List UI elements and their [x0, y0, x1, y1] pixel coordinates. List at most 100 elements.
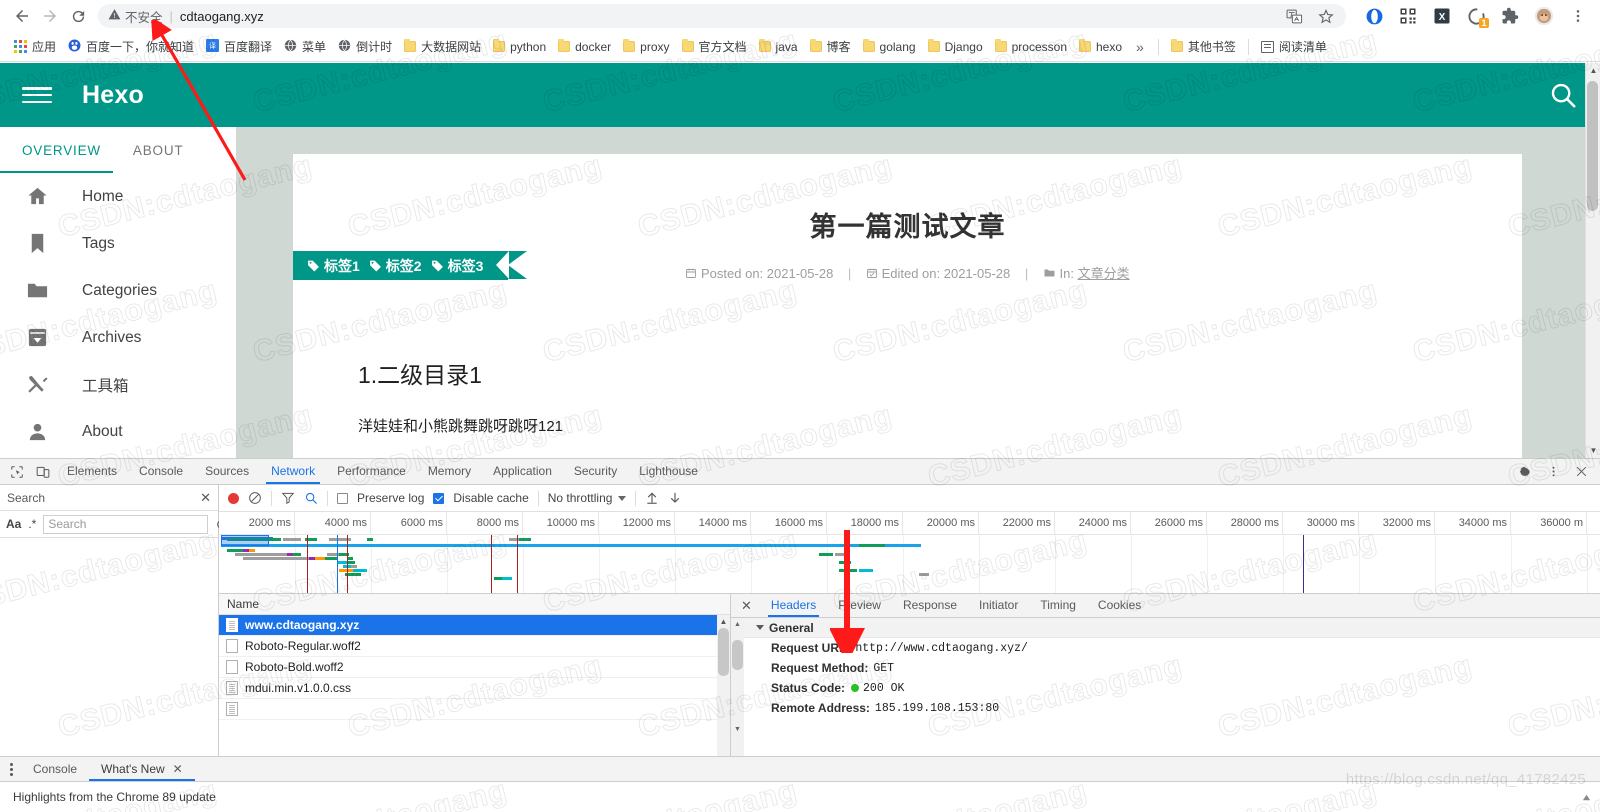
scroll-up-arrow[interactable]: ▲ [1586, 63, 1600, 78]
table-row[interactable]: Roboto-Bold.woff2 [219, 657, 730, 678]
loading-extension-icon[interactable]: 1 [1466, 6, 1489, 28]
bookmark-item[interactable]: 菜单 [278, 35, 332, 58]
bookmark-apps[interactable]: 应用 [8, 35, 62, 58]
general-section-header[interactable]: General [744, 618, 1600, 638]
kebab-menu-icon[interactable] [8, 762, 21, 776]
bookmarks-overflow-button[interactable]: » [1128, 39, 1152, 55]
tab-response[interactable]: Response [892, 594, 968, 617]
puzzle-extensions-icon[interactable] [1500, 6, 1520, 26]
bookmark-folder[interactable]: proxy [617, 37, 675, 57]
disable-cache-label[interactable]: Disable cache [453, 491, 528, 505]
bookmark-folder[interactable]: hexo [1073, 37, 1128, 57]
close-icon[interactable]: ✕ [173, 757, 183, 781]
tab-security[interactable]: Security [563, 459, 628, 484]
request-list-header[interactable]: Name [219, 594, 730, 615]
tab-performance[interactable]: Performance [326, 459, 417, 484]
clear-network-icon[interactable] [248, 491, 262, 505]
search-input[interactable] [43, 514, 209, 534]
record-stop-icon[interactable] [228, 492, 239, 504]
tab-elements[interactable]: Elements [56, 459, 128, 484]
tag-item[interactable]: 标签1 [307, 256, 360, 276]
tab-overview[interactable]: OVERVIEW [6, 143, 117, 158]
sidebar-item-tags[interactable]: Tags [0, 220, 236, 267]
tab-about[interactable]: ABOUT [117, 143, 200, 158]
category-link[interactable]: 文章分类 [1078, 266, 1130, 281]
overview-selection-window[interactable] [221, 535, 269, 546]
regex-icon[interactable]: .* [28, 517, 36, 531]
kebab-menu-icon[interactable] [1540, 460, 1566, 484]
tab-application[interactable]: Application [482, 459, 563, 484]
sidebar-item-home[interactable]: Home [0, 173, 236, 220]
tag-item[interactable]: 标签3 [431, 256, 483, 276]
gear-icon[interactable] [1512, 460, 1538, 484]
disable-cache-checkbox[interactable] [433, 492, 445, 504]
search-icon[interactable] [1548, 80, 1578, 110]
tab-cookies[interactable]: Cookies [1087, 594, 1152, 617]
x-extension-icon[interactable]: X [1432, 6, 1452, 26]
forward-button[interactable] [36, 2, 64, 30]
sidebar-item-archives[interactable]: Archives [0, 314, 236, 361]
chrome-menu-icon[interactable] [1568, 6, 1588, 26]
bookmark-folder[interactable]: java [753, 37, 804, 57]
scroll-up-arrow[interactable]: ▲ [717, 615, 730, 628]
tab-headers[interactable]: Headers [760, 594, 827, 617]
profile-avatar-icon[interactable] [1534, 6, 1554, 26]
tab-lighthouse[interactable]: Lighthouse [628, 459, 709, 484]
preserve-log-label[interactable]: Preserve log [357, 491, 424, 505]
tab-memory[interactable]: Memory [417, 459, 482, 484]
bookmark-folder[interactable]: golang [857, 37, 922, 57]
other-bookmarks-folder[interactable]: 其他书签 [1165, 35, 1242, 58]
tab-timing[interactable]: Timing [1029, 594, 1087, 617]
tab-preview[interactable]: Preview [827, 594, 892, 617]
import-har-icon[interactable] [645, 491, 659, 505]
tab-network[interactable]: Network [260, 459, 326, 484]
inspect-cursor-icon[interactable] [4, 460, 30, 484]
bookmark-folder[interactable]: processon [989, 37, 1073, 57]
page-scroll-thumb[interactable] [1587, 81, 1598, 211]
sidebar-item-toolbox[interactable]: 工具箱 [0, 361, 236, 408]
preserve-log-checkbox[interactable] [337, 492, 348, 504]
bookmark-folder[interactable]: python [487, 37, 552, 57]
scroll-down-arrow[interactable]: ▼ [1586, 443, 1600, 458]
table-row[interactable]: www.cdtaogang.xyz [219, 615, 730, 636]
bookmark-star-icon[interactable] [1316, 7, 1336, 25]
address-bar[interactable]: 不安全 | cdtaogang.xyz [98, 4, 1346, 28]
sidebar-item-about[interactable]: About [0, 408, 236, 455]
tab-console[interactable]: Console [128, 459, 194, 484]
scroll-down-arrow[interactable]: ▼ [731, 723, 744, 736]
not-secure-warning-icon[interactable] [108, 8, 121, 24]
tab-sources[interactable]: Sources [194, 459, 260, 484]
bookmark-folder[interactable]: 博客 [804, 35, 857, 58]
site-title[interactable]: Hexo [82, 81, 144, 110]
bookmark-folder[interactable]: 大数据网站 [398, 35, 487, 58]
close-detail-icon[interactable]: ✕ [737, 598, 760, 614]
search-icon[interactable] [304, 491, 318, 505]
bookmark-item[interactable]: 译 百度翻译 [200, 35, 278, 58]
close-icon[interactable]: ✕ [200, 490, 211, 506]
sidebar-item-categories[interactable]: Categories [0, 267, 236, 314]
network-overview[interactable]: 2000 ms 4000 ms 6000 ms 8000 ms 10000 ms 1200… [219, 512, 1600, 594]
table-row[interactable] [219, 699, 730, 720]
reading-list-button[interactable]: 阅读清单 [1255, 35, 1333, 58]
detail-scroll-thumb[interactable] [732, 640, 743, 670]
export-har-icon[interactable] [668, 491, 682, 505]
match-case-icon[interactable]: Aa [6, 517, 21, 531]
not-secure-label[interactable]: 不安全 [125, 7, 163, 26]
table-row[interactable]: mdui.min.v1.0.0.css [219, 678, 730, 699]
bookmark-item[interactable]: 倒计时 [332, 35, 398, 58]
filter-icon[interactable] [281, 491, 295, 505]
close-icon[interactable] [1568, 460, 1594, 484]
back-button[interactable] [8, 2, 36, 30]
tab-initiator[interactable]: Initiator [968, 594, 1029, 617]
page-scrollbar[interactable]: ▲ ▼ [1585, 63, 1600, 458]
bookmark-folder[interactable]: 官方文档 [676, 35, 753, 58]
url-text[interactable]: cdtaogang.xyz [180, 9, 264, 24]
reload-button[interactable] [64, 2, 92, 30]
translate-icon[interactable] [1284, 7, 1304, 25]
bookmark-item[interactable]: 百度一下，你就知道 [62, 35, 200, 58]
request-scroll-thumb[interactable] [718, 628, 729, 676]
drawer-tab-whats-new[interactable]: What's New ✕ [89, 757, 195, 781]
opera-extension-icon[interactable] [1364, 6, 1384, 26]
tag-item[interactable]: 标签2 [369, 256, 422, 276]
qrcode-extension-icon[interactable] [1398, 6, 1418, 26]
